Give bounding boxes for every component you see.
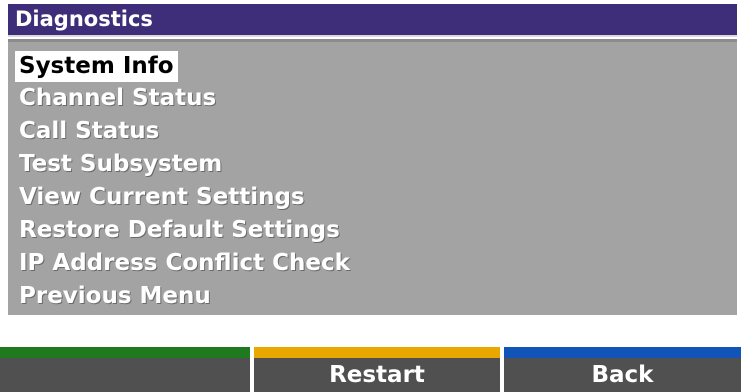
menu-item-system-info[interactable]: System Info [15,51,178,82]
menu-item-channel-status[interactable]: Channel Status [15,83,220,114]
menu-item-view-current-settings[interactable]: View Current Settings [15,182,309,213]
restart-button-label: Restart [329,362,425,388]
softkey-1[interactable] [0,347,250,392]
back-button-label: Back [591,362,654,388]
menu-item-previous-menu[interactable]: Previous Menu [15,281,215,312]
menu-item-test-subsystem[interactable]: Test Subsystem [15,149,226,180]
menu-item-restore-default-settings[interactable]: Restore Default Settings [15,215,344,246]
restart-button[interactable]: Restart [254,347,500,392]
back-button-stripe [504,347,741,358]
back-button[interactable]: Back [504,347,741,392]
diagnostics-menu: System Info Channel Status Call Status T… [8,39,737,315]
page-title: Diagnostics [15,7,153,31]
softkey-1-stripe [0,347,250,358]
softkey-bar: Restart Back [0,347,741,392]
menu-item-call-status[interactable]: Call Status [15,116,163,147]
menu-item-ip-address-conflict-check[interactable]: IP Address Conflict Check [15,248,354,279]
restart-button-stripe [254,347,500,358]
title-bar: Diagnostics [8,4,737,37]
